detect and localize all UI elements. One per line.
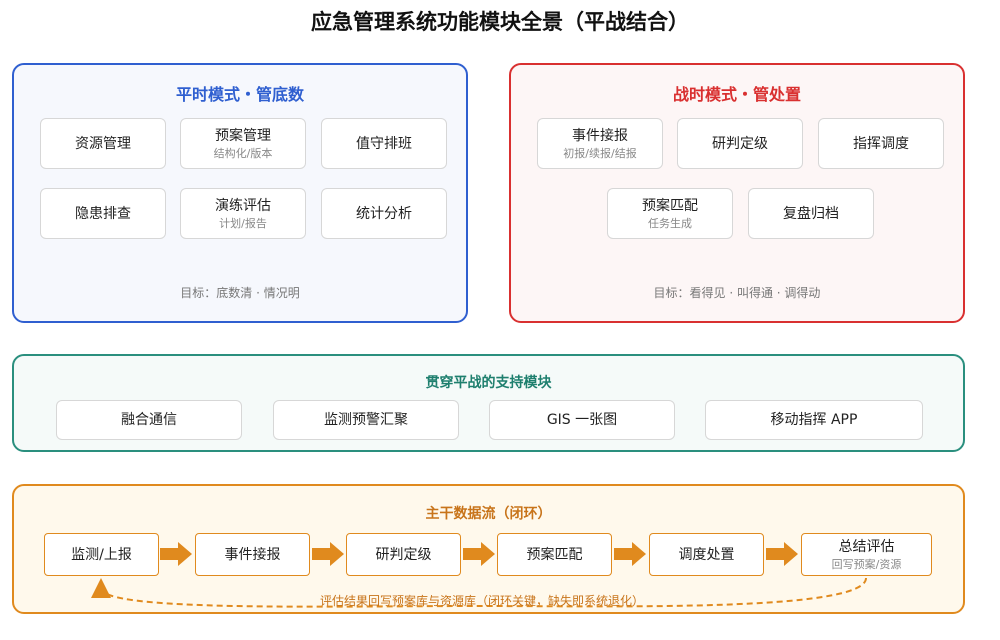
flow-step-label: 调度处置 [678,546,735,563]
flow-step-label: 事件接报 [224,546,281,563]
flow-arrow-5 [766,542,798,566]
flow-step-label: 研判定级 [375,546,432,563]
flow-step-plan-matching: 预案匹配 [497,533,612,576]
flow-step-event-reporting: 事件接报 [195,533,310,576]
flow-arrow-4 [614,542,646,566]
flow-step-sublabel: 回写预案/资源 [831,557,902,571]
flow-arrow-1 [160,542,192,566]
flow-step-monitoring-report: 监测/上报 [44,533,159,576]
flow-step-summary-evaluation: 总结评估 回写预案/资源 [801,533,932,576]
flow-step-assessment-grading: 研判定级 [346,533,461,576]
feedback-loop-label: 评估结果回写预案库与资源库（闭环关键，缺失即系统退化） [320,594,645,608]
flow-step-label: 预案匹配 [526,546,583,563]
flow-step-label: 监测/上报 [71,546,132,563]
flow-arrow-2 [312,542,344,566]
flow-step-dispatch-handling: 调度处置 [649,533,764,576]
flow-arrow-3 [463,542,495,566]
flow-step-label: 总结评估 [838,538,895,555]
